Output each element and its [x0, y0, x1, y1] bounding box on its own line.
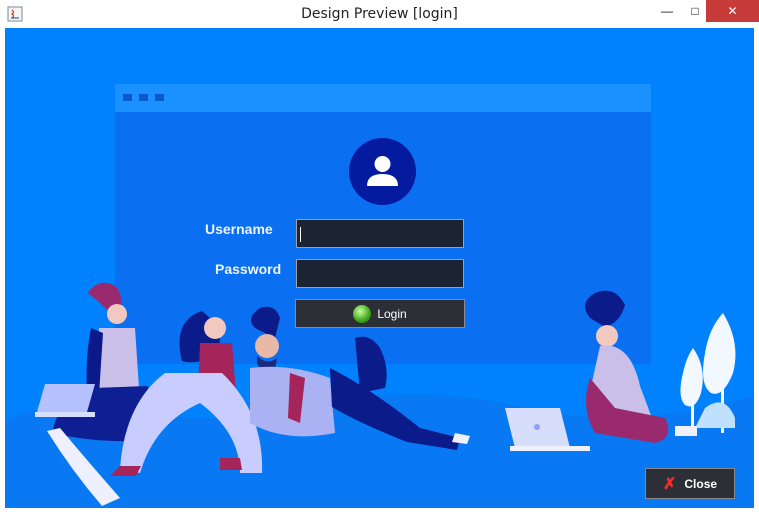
window-close-button[interactable]: ✕ — [706, 0, 759, 22]
login-panel: Username Password Login ✗ Close — [5, 28, 754, 508]
title-bar: Design Preview [login] — □ ✕ — [0, 0, 759, 28]
close-x-icon: ✗ — [662, 475, 677, 493]
close-button[interactable]: ✗ Close — [645, 468, 735, 499]
people-illustration — [5, 282, 754, 508]
window-border — [0, 508, 759, 512]
close-button-label: Close — [684, 476, 718, 491]
